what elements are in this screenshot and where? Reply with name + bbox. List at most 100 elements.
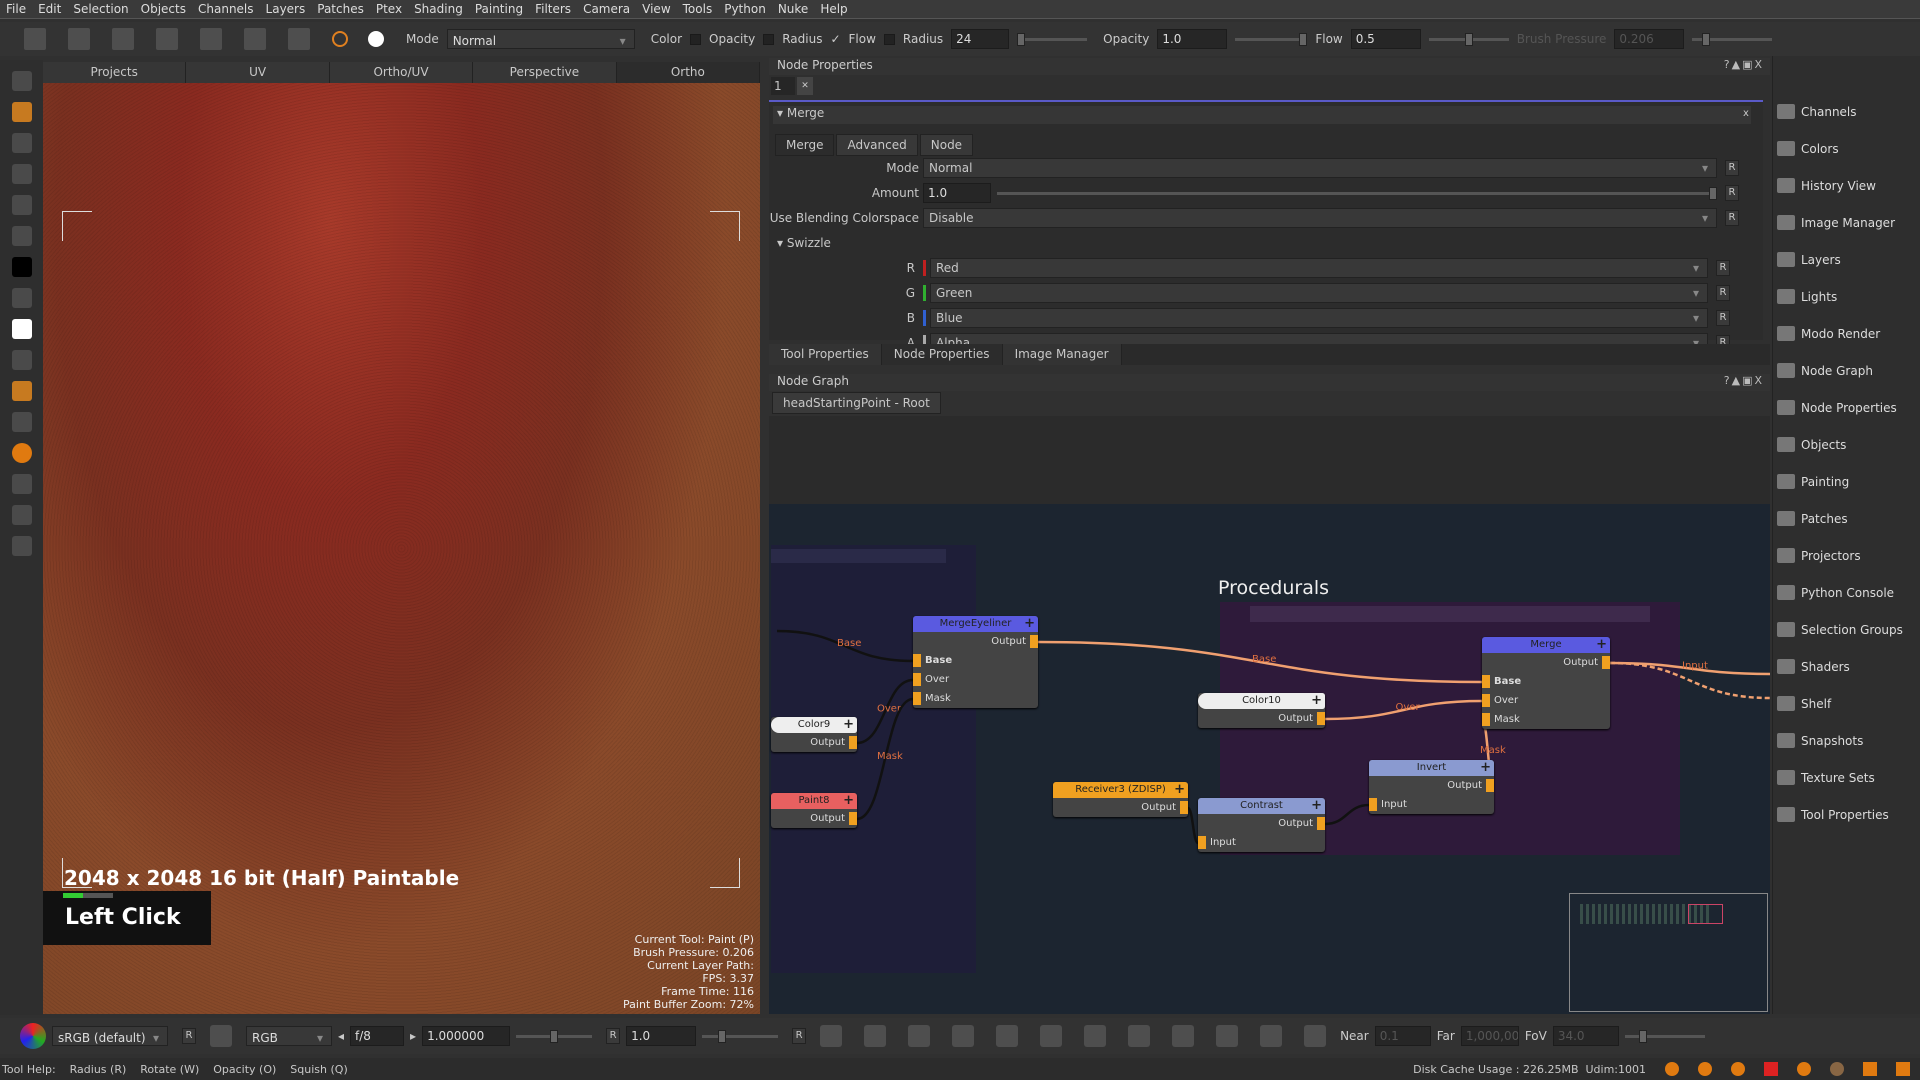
gamma-input[interactable]: 1.0 [626, 1026, 697, 1046]
node-color10[interactable]: Color10 + Output [1198, 693, 1325, 728]
node-graph-canvas[interactable]: Procedurals Base Over Mask Base Over Mask Inpu… [769, 416, 1770, 1014]
sidebar-item-projectors[interactable]: Projectors [1777, 548, 1861, 563]
exposure-input[interactable]: 1.000000 [422, 1026, 511, 1046]
node-header[interactable]: Color9 + [771, 717, 857, 733]
menu-view[interactable]: View [642, 2, 670, 16]
radius-input[interactable]: 24 [951, 29, 1010, 49]
near-input[interactable]: 0.1 [1374, 1026, 1431, 1046]
node-header[interactable]: Invert + [1369, 760, 1494, 776]
flow-input[interactable]: 0.5 [1350, 29, 1421, 49]
radius-checkbox[interactable] [763, 33, 775, 45]
reset-button[interactable]: R [1725, 210, 1739, 226]
menu-help[interactable]: Help [820, 2, 847, 16]
colorspace-dropdown[interactable]: sRGB (default) [52, 1026, 168, 1047]
zoom-tool-icon[interactable] [11, 195, 32, 215]
fov-input[interactable]: 34.0 [1552, 1026, 1619, 1046]
radius2-checkbox[interactable] [883, 33, 895, 45]
move-icon[interactable] [864, 1025, 887, 1047]
input-port[interactable]: Base [1482, 672, 1610, 691]
swap-color-icon[interactable] [11, 288, 32, 308]
3d-viewport[interactable]: 2048 x 2048 16 bit (Half) Paintable Left… [43, 83, 760, 1014]
add-port-icon[interactable]: + [843, 717, 854, 733]
grid-tool-icon[interactable] [11, 164, 32, 184]
menu-python[interactable]: Python [724, 2, 766, 16]
menu-patches[interactable]: Patches [317, 2, 364, 16]
sidebar-item-shelf[interactable]: Shelf [1777, 696, 1831, 711]
document-icon[interactable] [1896, 1062, 1910, 1076]
output-port[interactable]: Output [1369, 776, 1494, 795]
close-project-icon[interactable] [68, 28, 90, 50]
frame-icon[interactable] [11, 505, 32, 525]
sidebar-item-image-manager[interactable]: Image Manager [1777, 215, 1895, 230]
edge[interactable] [1324, 803, 1370, 826]
brush-pressure-slider[interactable] [1692, 32, 1773, 46]
tab-node-properties[interactable]: Node Properties [881, 344, 1003, 365]
sidebar-item-tool-properties[interactable]: Tool Properties [1777, 807, 1889, 822]
sidebar-item-history-view[interactable]: History View [1777, 178, 1876, 193]
opacity-checkbox[interactable] [690, 33, 702, 45]
node-header[interactable]: Color10 + [1198, 693, 1325, 709]
add-port-icon[interactable]: + [1480, 760, 1491, 776]
dot-icon[interactable] [1830, 1062, 1844, 1076]
node-mergeeyeliner[interactable]: MergeEyeliner + Output Base Over Mask [913, 616, 1038, 708]
input-port[interactable]: Over [913, 670, 1038, 689]
sidebar-item-objects[interactable]: Objects [1777, 437, 1846, 452]
tab-orthouv[interactable]: Ortho/UV [329, 62, 474, 83]
node-header[interactable]: Receiver3 (ZDISP) + [1053, 782, 1188, 798]
node-title-bar[interactable]: ▾ Merge [773, 106, 1751, 124]
menu-tools[interactable]: Tools [683, 2, 713, 16]
color-pair-icon[interactable] [11, 350, 32, 370]
panel-buttons[interactable]: ?▲▣X [1724, 58, 1770, 75]
tab-perspective[interactable]: Perspective [473, 62, 617, 83]
amount-input[interactable]: 1.0 [923, 183, 991, 203]
sidebar-item-texture-sets[interactable]: Texture Sets [1777, 770, 1875, 785]
node-header[interactable]: Contrast + [1198, 798, 1325, 814]
eyedropper-icon[interactable] [11, 226, 32, 246]
sidebar-item-shaders[interactable]: Shaders [1777, 659, 1850, 674]
tab-uv[interactable]: UV [186, 62, 330, 83]
alert-icon[interactable] [1764, 1062, 1778, 1076]
warning-icon[interactable] [1731, 1062, 1745, 1076]
node-color9[interactable]: Color9 + Output [771, 717, 857, 752]
target-icon[interactable] [332, 31, 348, 47]
input-port[interactable]: Input [1198, 833, 1325, 852]
channels-dropdown[interactable]: RGB [246, 1026, 332, 1047]
add-port-icon[interactable]: + [843, 793, 854, 809]
tab-advanced[interactable]: Advanced [836, 134, 918, 156]
graph-path-tab[interactable]: headStartingPoint - Root [772, 392, 941, 414]
menu-objects[interactable]: Objects [141, 2, 186, 16]
projection-icon[interactable] [11, 412, 32, 432]
exposure-slider[interactable] [516, 1029, 593, 1043]
redo-icon[interactable] [200, 28, 222, 50]
sidebar-item-node-graph[interactable]: Node Graph [1777, 363, 1873, 378]
node-header[interactable]: Merge + [1482, 637, 1610, 653]
reset-button[interactable]: R [1725, 185, 1739, 201]
menu-selection[interactable]: Selection [73, 2, 128, 16]
node-paint8[interactable]: Paint8 + Output [771, 793, 857, 828]
flow-checkbox[interactable]: ✓ [830, 32, 840, 46]
close-icon[interactable]: x [1743, 108, 1749, 119]
node-contrast[interactable]: Contrast + Output Input [1198, 798, 1325, 852]
edge[interactable] [1186, 806, 1200, 845]
new-icon[interactable] [24, 28, 46, 50]
sidebar-item-selection-groups[interactable]: Selection Groups [1777, 622, 1903, 637]
menu-edit[interactable]: Edit [38, 2, 61, 16]
sidebar-item-lights[interactable]: Lights [1777, 289, 1837, 304]
reset-button[interactable]: R [606, 1028, 621, 1044]
mode-dropdown[interactable]: Normal [923, 158, 1717, 178]
output-port[interactable]: Output [1482, 653, 1610, 672]
color-management-icon[interactable] [20, 1023, 46, 1049]
down-arrow-icon[interactable] [908, 1025, 931, 1047]
far-input[interactable]: 1,000,000 [1460, 1026, 1519, 1046]
sphere-icon[interactable] [11, 443, 32, 463]
settings-icon[interactable] [244, 28, 266, 50]
camera-icon[interactable] [1128, 1025, 1151, 1047]
warning-icon[interactable] [1698, 1062, 1712, 1076]
input-port[interactable]: Input [1369, 795, 1494, 814]
output-port[interactable]: Output [1053, 798, 1188, 817]
add-port-icon[interactable]: + [1596, 637, 1607, 653]
node-header[interactable]: MergeEyeliner + [913, 616, 1038, 632]
paint-tool-icon[interactable] [11, 102, 32, 122]
reset-button[interactable]: R [1716, 260, 1730, 276]
node-invert[interactable]: Invert + Output Input [1369, 760, 1494, 814]
